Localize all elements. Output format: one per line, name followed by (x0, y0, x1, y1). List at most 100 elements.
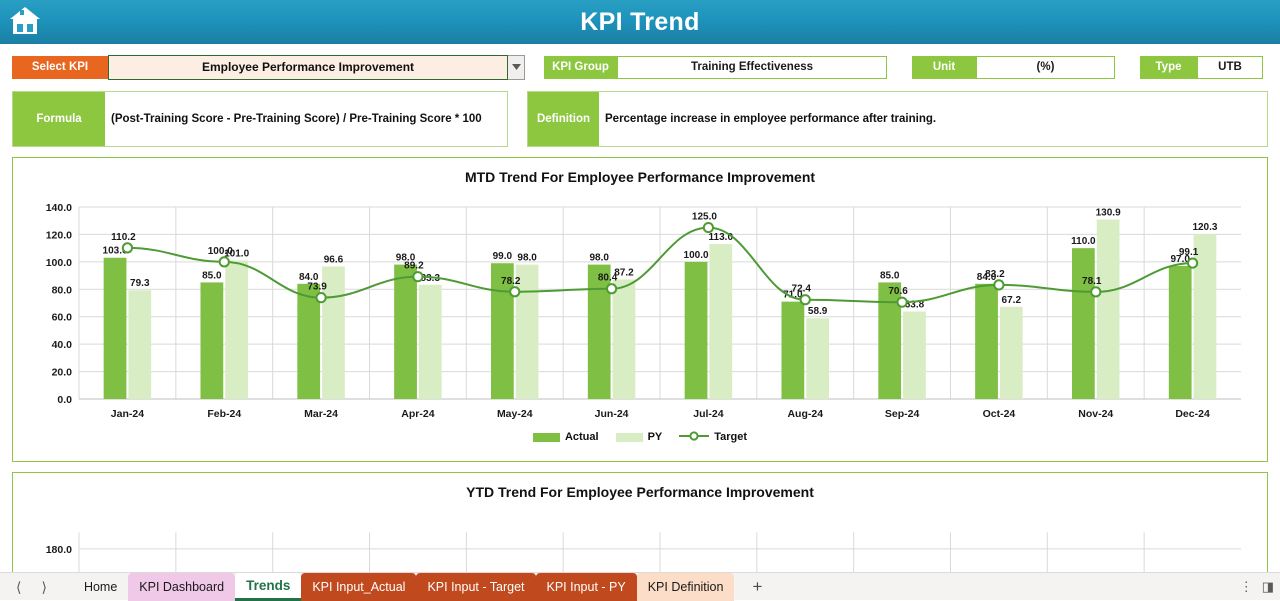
svg-text:85.0: 85.0 (202, 270, 222, 281)
ytd-plot-area: 160.0180.0153.8126.0 (29, 508, 1251, 578)
select-kpi-input[interactable]: Employee Performance Improvement (108, 55, 508, 80)
svg-text:120.3: 120.3 (1192, 222, 1217, 233)
svg-text:125.0: 125.0 (692, 212, 717, 223)
kpi-group-value: Training Effectiveness (617, 56, 887, 79)
unit-label: Unit (912, 56, 976, 79)
sheet-nav-arrows: ⟨ ⟩ (16, 580, 47, 594)
type-label: Type (1140, 56, 1197, 79)
legend-marker-target (679, 428, 709, 446)
svg-text:20.0: 20.0 (52, 367, 73, 379)
svg-text:110.0: 110.0 (1071, 236, 1096, 247)
svg-text:60.0: 60.0 (52, 312, 73, 324)
chevron-left-icon[interactable]: ⟨ (16, 580, 21, 594)
scroll-right-icon[interactable]: ◨ (1262, 579, 1274, 595)
page-title: KPI Trend (580, 8, 699, 37)
svg-text:0.0: 0.0 (57, 394, 72, 406)
svg-text:Feb-24: Feb-24 (207, 408, 241, 420)
svg-text:73.9: 73.9 (307, 282, 327, 293)
svg-text:40.0: 40.0 (52, 339, 73, 351)
app-title-bar: KPI Trend (0, 0, 1280, 44)
type-value: UTB (1197, 56, 1263, 79)
svg-text:83.2: 83.2 (985, 269, 1005, 280)
svg-text:85.0: 85.0 (880, 270, 900, 281)
definition-value: Percentage increase in employee performa… (599, 92, 1267, 146)
svg-text:80.4: 80.4 (598, 273, 618, 284)
svg-text:80.0: 80.0 (52, 284, 73, 296)
mtd-chart-svg: 0.020.040.060.080.0100.0120.0140.0103.07… (29, 193, 1251, 425)
definition-box: Definition Percentage increase in employ… (527, 91, 1268, 147)
svg-text:99.1: 99.1 (1179, 247, 1199, 258)
svg-text:78.2: 78.2 (501, 276, 521, 287)
ytd-chart-svg: 160.0180.0153.8126.0 (29, 508, 1251, 578)
unit-value: (%) (976, 56, 1115, 79)
sheet-tab-bar: ⟨ ⟩ Home KPI Dashboard Trends KPI Input_… (0, 572, 1280, 600)
svg-text:78.1: 78.1 (1082, 276, 1102, 287)
legend-label-py: PY (648, 431, 663, 443)
mtd-plot-area: 0.020.040.060.080.0100.0120.0140.0103.07… (29, 193, 1251, 425)
svg-text:180.0: 180.0 (46, 544, 72, 556)
sheet-tab-trends[interactable]: Trends (235, 573, 301, 601)
svg-text:58.9: 58.9 (808, 306, 828, 317)
svg-text:120.0: 120.0 (46, 229, 72, 241)
svg-text:98.0: 98.0 (589, 253, 609, 264)
tabbar-right-controls: ⋮ ◨ (1240, 579, 1274, 595)
add-sheet-button[interactable]: + (734, 577, 780, 597)
svg-text:67.2: 67.2 (1002, 295, 1022, 306)
svg-text:Mar-24: Mar-24 (304, 408, 338, 420)
svg-text:130.9: 130.9 (1096, 207, 1121, 218)
svg-text:72.4: 72.4 (792, 284, 812, 295)
legend-swatch-actual (533, 433, 560, 442)
legend-item-actual: Actual (533, 431, 599, 443)
svg-text:Jan-24: Jan-24 (111, 408, 144, 420)
sheet-tab-kpi-definition[interactable]: KPI Definition (637, 573, 735, 601)
svg-text:Apr-24: Apr-24 (401, 408, 434, 420)
svg-text:79.3: 79.3 (130, 278, 150, 289)
svg-text:140.0: 140.0 (46, 202, 72, 214)
svg-text:Jul-24: Jul-24 (693, 408, 724, 420)
info-row: Formula (Post-Training Score - Pre-Train… (0, 81, 1280, 147)
svg-text:100.0: 100.0 (208, 246, 233, 257)
svg-text:Aug-24: Aug-24 (787, 408, 823, 420)
svg-text:Nov-24: Nov-24 (1078, 408, 1113, 420)
legend-label-actual: Actual (565, 431, 599, 443)
svg-text:70.6: 70.6 (888, 286, 908, 297)
legend-item-target: Target (679, 428, 747, 446)
sheet-tab-kpi-dashboard[interactable]: KPI Dashboard (128, 573, 235, 601)
svg-text:99.0: 99.0 (493, 251, 513, 262)
svg-text:100.0: 100.0 (46, 257, 72, 269)
svg-text:Jun-24: Jun-24 (595, 408, 629, 420)
sheet-tab-kpi-input-actual[interactable]: KPI Input_Actual (301, 573, 416, 601)
svg-text:Sep-24: Sep-24 (885, 408, 920, 420)
legend-swatch-py (616, 433, 643, 442)
legend-item-py: PY (616, 431, 663, 443)
definition-label: Definition (528, 92, 599, 146)
kpi-group-field: KPI Group Training Effectiveness (544, 56, 887, 79)
selector-row: Select KPI Employee Performance Improvem… (0, 44, 1280, 81)
kpi-group-label: KPI Group (544, 56, 617, 79)
svg-text:98.0: 98.0 (517, 253, 537, 264)
mtd-chart-panel: MTD Trend For Employee Performance Impro… (12, 157, 1268, 462)
sheet-tab-kpi-input-target[interactable]: KPI Input - Target (416, 573, 535, 601)
formula-box: Formula (Post-Training Score - Pre-Train… (12, 91, 508, 147)
more-vertical-icon[interactable]: ⋮ (1240, 579, 1253, 595)
formula-value: (Post-Training Score - Pre-Training Scor… (105, 92, 507, 146)
select-kpi-label: Select KPI (12, 56, 108, 79)
sheet-tab-kpi-input-py[interactable]: KPI Input - PY (536, 573, 637, 601)
svg-text:100.0: 100.0 (684, 250, 709, 261)
svg-text:96.6: 96.6 (324, 255, 344, 266)
chevron-right-icon[interactable]: ⟩ (41, 580, 46, 594)
home-icon[interactable] (6, 2, 44, 40)
select-kpi-group: Select KPI Employee Performance Improvem… (12, 55, 525, 80)
sheet-tab-home[interactable]: Home (73, 573, 128, 601)
mtd-legend: Actual PY Target (13, 428, 1267, 446)
svg-text:89.2: 89.2 (404, 261, 424, 272)
mtd-chart-title: MTD Trend For Employee Performance Impro… (13, 158, 1267, 185)
legend-label-target: Target (714, 431, 747, 443)
svg-text:May-24: May-24 (497, 408, 533, 420)
chevron-down-icon[interactable] (508, 55, 525, 80)
svg-text:110.2: 110.2 (111, 232, 136, 243)
type-field: Type UTB (1140, 56, 1263, 79)
unit-field: Unit (%) (912, 56, 1115, 79)
svg-text:Dec-24: Dec-24 (1175, 408, 1210, 420)
formula-label: Formula (13, 92, 105, 146)
